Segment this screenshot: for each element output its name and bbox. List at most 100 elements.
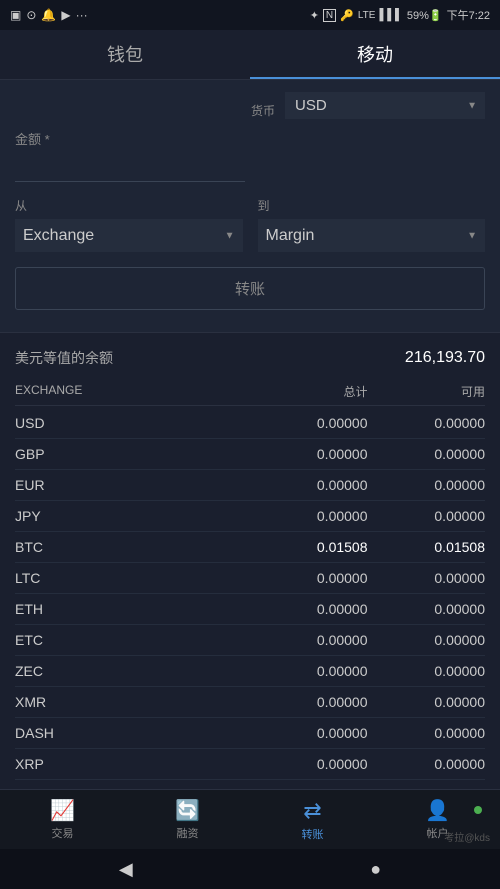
available-cell: 0.00000 [368,694,486,710]
battery: 59%🔋 [407,9,443,22]
system-nav: ◀ ● 考拉@kds [0,849,500,889]
currency-cell: JPY [15,508,250,524]
transfer-button[interactable]: 转账 [15,267,485,310]
bottom-nav: 📈 交易 🔄 融资 ⇄ 转账 👤 帐户 [0,789,500,849]
col-total-header: 总计 [250,383,368,400]
trade-icon: 📈 [50,798,75,823]
available-cell: 0.00000 [368,446,486,462]
table-row: ZEC 0.00000 0.00000 [15,656,485,687]
table-row: XRP 0.00000 0.00000 [15,749,485,780]
status-right-icons: ✦ N 🔑 LTE ▌▌▌ 59%🔋 下午7:22 [310,7,490,23]
currency-select-wrapper: USD BTC ETH EUR [285,92,485,119]
icon-menu: ▣ [10,8,21,22]
from-select[interactable]: Exchange Margin [15,219,243,252]
from-label: 从 [15,197,243,214]
table-row: LTC 0.00000 0.00000 [15,563,485,594]
available-cell: 0.00000 [368,601,486,617]
trade-label: 交易 [52,825,74,841]
time: 下午7:22 [447,7,490,23]
currency-row: 货币 USD BTC ETH EUR [15,92,485,119]
balance-label: 美元等值的余额 [15,348,113,368]
back-button[interactable]: ◀ [119,859,133,880]
total-cell: 0.00000 [250,632,368,648]
col-available-header: 可用 [368,383,486,400]
table-row: JPY 0.00000 0.00000 [15,501,485,532]
total-cell: 0.00000 [250,663,368,679]
online-dot [474,806,482,814]
available-cell: 0.01508 [368,539,486,555]
status-left-icons: ▣ ⊙ 🔔 ▶ ··· [10,8,88,22]
icon-dots: ··· [76,8,88,22]
home-button[interactable]: ● [370,859,381,880]
available-cell: 0.00000 [368,508,486,524]
currency-cell: GBP [15,446,250,462]
total-cell: 0.00000 [250,508,368,524]
total-cell: 0.00000 [250,446,368,462]
nav-transfer[interactable]: ⇄ 转账 [250,798,375,842]
to-select-wrapper: Margin Exchange [258,219,486,252]
icon-nfc: N [323,9,336,22]
watermark: 考拉@kds [444,829,490,844]
available-cell: 0.00000 [368,477,486,493]
currency-select[interactable]: USD BTC ETH EUR [285,92,485,119]
icon-key: 🔑 [340,9,354,22]
currency-cell: DASH [15,725,250,741]
finance-icon: 🔄 [175,798,200,823]
currency-cell: USD [15,415,250,431]
available-cell: 0.00000 [368,632,486,648]
currency-cell: XMR [15,694,250,710]
currency-cell: ZEC [15,663,250,679]
total-cell: 0.00000 [250,756,368,772]
available-cell: 0.00000 [368,415,486,431]
status-bar: ▣ ⊙ 🔔 ▶ ··· ✦ N 🔑 LTE ▌▌▌ 59%🔋 下午7:22 [0,0,500,30]
currency-cell: BTC [15,539,250,555]
transfer-icon: ⇄ [303,798,321,824]
table-section: EXCHANGE 总计 可用 USD 0.00000 0.00000 GBP 0… [0,378,500,812]
account-icon: 👤 [425,798,450,823]
from-select-wrapper: Exchange Margin [15,219,243,252]
available-cell: 0.00000 [368,756,486,772]
nav-trade[interactable]: 📈 交易 [0,798,125,841]
currency-cell: XRP [15,756,250,772]
to-label: 到 [258,197,486,214]
amount-label: 金额 * [15,129,485,148]
table-body: USD 0.00000 0.00000 GBP 0.00000 0.00000 … [15,408,485,780]
total-cell: 0.01508 [250,539,368,555]
from-to-row: 从 Exchange Margin 到 Margin Exchange [15,197,485,252]
balance-value: 216,193.70 [405,349,485,367]
tab-wallet[interactable]: 钱包 [0,30,250,79]
icon-lte: LTE [358,10,376,21]
icon-bell: 🔔 [41,8,56,22]
from-group: 从 Exchange Margin [15,197,243,252]
signal-bars: ▌▌▌ [379,9,402,21]
finance-label: 融资 [177,825,199,841]
icon-app: ⊙ [26,8,36,22]
amount-row: 金额 * [15,129,485,182]
table-row: EUR 0.00000 0.00000 [15,470,485,501]
table-row: DASH 0.00000 0.00000 [15,718,485,749]
amount-input[interactable] [15,153,245,182]
icon-play: ▶ [61,8,70,22]
currency-cell: LTC [15,570,250,586]
currency-cell: EUR [15,477,250,493]
to-group: 到 Margin Exchange [258,197,486,252]
nav-finance[interactable]: 🔄 融资 [125,798,250,841]
total-cell: 0.00000 [250,601,368,617]
transfer-btn-row: 转账 [15,267,485,310]
currency-cell: ETC [15,632,250,648]
table-row: USD 0.00000 0.00000 [15,408,485,439]
table-row: BTC 0.01508 0.01508 [15,532,485,563]
table-header: EXCHANGE 总计 可用 [15,378,485,406]
total-cell: 0.00000 [250,415,368,431]
tab-move[interactable]: 移动 [250,30,500,79]
table-row: ETH 0.00000 0.00000 [15,594,485,625]
transfer-label: 转账 [302,826,324,842]
total-cell: 0.00000 [250,725,368,741]
table-row: ETC 0.00000 0.00000 [15,625,485,656]
available-cell: 0.00000 [368,725,486,741]
table-row: XMR 0.00000 0.00000 [15,687,485,718]
total-cell: 0.00000 [250,477,368,493]
total-cell: 0.00000 [250,694,368,710]
to-select[interactable]: Margin Exchange [258,219,486,252]
tab-bar: 钱包 移动 [0,30,500,80]
